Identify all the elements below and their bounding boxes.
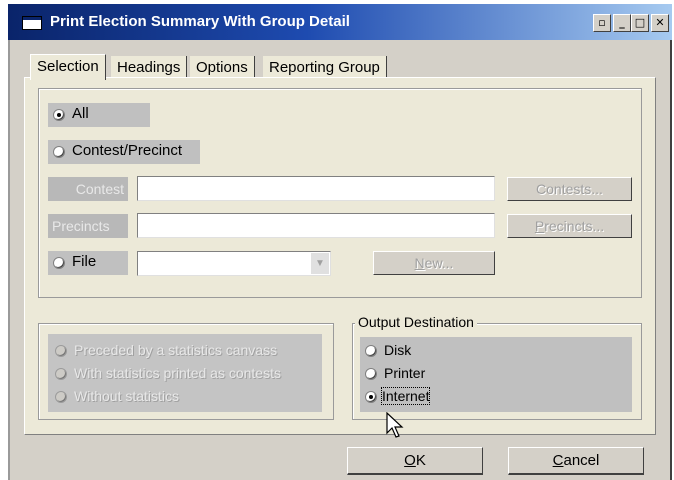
precincts-button-text: recincts...	[544, 218, 605, 234]
cancel-button[interactable]: Cancel	[508, 447, 644, 475]
disk-radio[interactable]	[365, 345, 377, 357]
close-icon[interactable]: ✕	[651, 14, 669, 32]
window-title: Print Election Summary With Group Detail	[50, 13, 350, 30]
precincts-button-mnemonic: P	[534, 218, 545, 234]
maximize-icon[interactable]: □	[631, 14, 649, 32]
file-combobox[interactable]: ▼	[137, 251, 331, 276]
ok-button[interactable]: OK	[347, 447, 483, 475]
ok-button-text: K	[415, 452, 426, 469]
file-label: File	[72, 253, 97, 270]
precincts-input[interactable]	[137, 213, 495, 238]
minimize-icon[interactable]: _	[613, 14, 631, 32]
cancel-button-text: ancel	[563, 452, 600, 469]
new-button[interactable]: New...	[373, 251, 495, 275]
precincts-label: Precincts	[48, 214, 128, 238]
mouse-pointer-icon	[386, 412, 404, 438]
new-button-mnemonic: N	[414, 255, 425, 271]
contest-input[interactable]	[137, 176, 495, 201]
statistics-none-radio[interactable]	[55, 391, 67, 403]
printer-radio[interactable]	[365, 368, 377, 380]
contests-button[interactable]: Contests...	[507, 177, 632, 201]
title-bar[interactable]: Print Election Summary With Group Detail…	[8, 4, 672, 40]
file-radio[interactable]	[53, 257, 65, 269]
all-radio[interactable]	[53, 109, 65, 121]
output-destination-title: Output Destination	[355, 314, 477, 330]
statistics-canvass-label: Preceded by a statistics canvass	[74, 342, 278, 358]
statistics-none-label: Without statistics	[74, 388, 180, 404]
internet-label: Internet	[380, 387, 431, 405]
tab-selection[interactable]: Selection	[30, 54, 106, 80]
window-icon[interactable]	[22, 16, 42, 30]
all-label: All	[72, 105, 89, 122]
chevron-down-icon[interactable]: ▼	[311, 253, 329, 274]
disk-label: Disk	[384, 342, 412, 358]
contest-label: Contest	[48, 177, 128, 201]
statistics-canvass-radio[interactable]	[55, 345, 67, 357]
printer-label: Printer	[384, 365, 426, 381]
contest-precinct-label: Contest/Precinct	[72, 142, 183, 159]
contest-precinct-radio[interactable]	[53, 146, 65, 158]
restore-icon[interactable]: ▫	[593, 14, 611, 32]
cancel-button-mnemonic: C	[552, 452, 564, 469]
statistics-contests-label: With statistics printed as contests	[74, 365, 281, 381]
new-button-text: ew...	[424, 255, 454, 271]
ok-button-mnemonic: O	[404, 452, 416, 469]
internet-radio[interactable]	[365, 391, 377, 403]
precincts-button[interactable]: Precincts...	[507, 214, 632, 238]
statistics-contests-radio[interactable]	[55, 368, 67, 380]
